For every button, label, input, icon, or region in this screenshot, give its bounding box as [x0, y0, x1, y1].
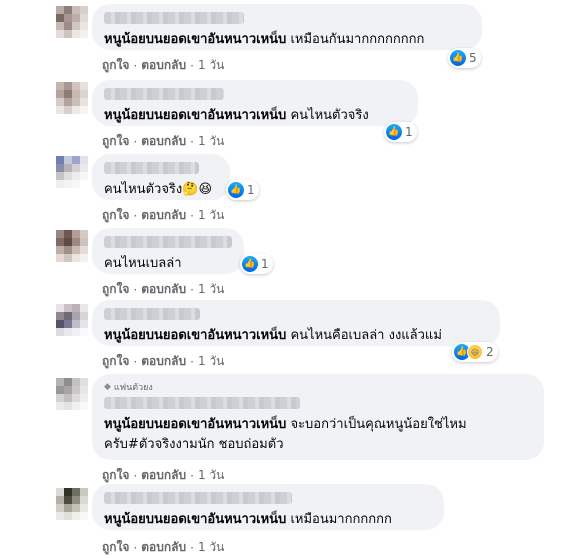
timestamp[interactable]: 1 วัน	[198, 352, 224, 371]
comment-actions: ถูกใจ · ตอบกลับ · 1 วัน	[102, 56, 224, 75]
timestamp[interactable]: 1 วัน	[198, 132, 224, 151]
separator: ·	[133, 134, 138, 149]
reaction-summary[interactable]: 👍 5	[448, 48, 481, 68]
comment-text: หนูน้อยบนยอดเขาอันหนาวเหน็บ คนไหนตัวจริง	[104, 108, 369, 123]
reaction-summary[interactable]: 👍 1	[240, 254, 273, 274]
separator: ·	[133, 58, 138, 73]
mention-tag[interactable]: หนูน้อยบนยอดเขาอันหนาวเหน็บ	[104, 328, 286, 343]
comment-bubble: คนไหนเบลล่า	[92, 228, 244, 274]
reaction-count: 1	[247, 183, 255, 197]
mention-tag[interactable]: หนูน้อยบนยอดเขาอันหนาวเหน็บ	[104, 108, 286, 123]
reply-button[interactable]: ตอบกลับ	[141, 280, 186, 299]
comment-actions: ถูกใจ · ตอบกลับ · 1 วัน	[102, 352, 224, 371]
reply-button[interactable]: ตอบกลับ	[141, 132, 186, 151]
comment-feed: หนูน้อยบนยอดเขาอันหนาวเหน็บ เหมือนกันมาก…	[0, 0, 580, 558]
separator: ·	[133, 354, 138, 369]
mention-tag[interactable]: หนูน้อยบนยอดเขาอันหนาวเหน็บ	[104, 32, 286, 47]
like-icon: 👍	[386, 124, 402, 140]
like-button[interactable]: ถูกใจ	[102, 132, 129, 151]
comment-bubble: หนูน้อยบนยอดเขาอันหนาวเหน็บ เหมือนมากกกก…	[92, 484, 444, 530]
like-button[interactable]: ถูกใจ	[102, 352, 129, 371]
like-button[interactable]: ถูกใจ	[102, 56, 129, 75]
mention-tag[interactable]: หนูน้อยบนยอดเขาอันหนาวเหน็บ	[104, 512, 286, 527]
avatar[interactable]	[56, 488, 88, 520]
timestamp[interactable]: 1 วัน	[198, 538, 224, 557]
separator: ·	[190, 58, 194, 73]
timestamp[interactable]: 1 วัน	[198, 466, 224, 485]
separator: ·	[190, 208, 194, 223]
reply-button[interactable]: ตอบกลับ	[141, 352, 186, 371]
like-button[interactable]: ถูกใจ	[102, 206, 129, 225]
comment-actions: ถูกใจ · ตอบกลับ · 1 วัน	[102, 538, 224, 557]
separator: ·	[133, 540, 138, 555]
comment-text: คนไหนเบลล่า	[104, 256, 182, 271]
comment-text: หนูน้อยบนยอดเขาอันหนาวเหน็บ เหมือนกันมาก…	[104, 32, 425, 47]
comment-bubble: ◆ แฟนตัวยง หนูน้อยบนยอดเขาอันหนาวเหน็บ จะ…	[92, 374, 544, 460]
reaction-count: 1	[405, 125, 413, 139]
top-fan-badge[interactable]: ◆ แฟนตัวยง	[104, 380, 532, 394]
avatar[interactable]	[56, 82, 88, 114]
reaction-summary[interactable]: 👍 1	[384, 122, 417, 142]
diamond-icon: ◆	[104, 382, 111, 392]
avatar[interactable]	[56, 304, 88, 336]
commenter-name-redacted[interactable]	[104, 236, 232, 248]
separator: ·	[133, 282, 138, 297]
like-button[interactable]: ถูกใจ	[102, 466, 129, 485]
separator: ·	[190, 282, 194, 297]
comment-bubble: คนไหนตัวจริง🤔😆	[92, 154, 230, 200]
avatar[interactable]	[56, 156, 88, 188]
reply-button[interactable]: ตอบกลับ	[141, 206, 186, 225]
commenter-name-redacted[interactable]	[104, 397, 300, 409]
comment-text-line2: ครับ#ตัวจริงงามนัก ชอบถ่อมตัว	[104, 437, 284, 452]
timestamp[interactable]: 1 วัน	[198, 56, 224, 75]
commenter-name-redacted[interactable]	[104, 162, 199, 174]
comment-bubble: หนูน้อยบนยอดเขาอันหนาวเหน็บ คนไหนตัวจริง	[92, 80, 418, 126]
comment-actions: ถูกใจ · ตอบกลับ · 1 วัน	[102, 280, 224, 299]
comment-actions: ถูกใจ · ตอบกลับ · 1 วัน	[102, 132, 224, 151]
separator: ·	[190, 354, 194, 369]
separator: ·	[133, 208, 138, 223]
reaction-count: 1	[261, 257, 269, 271]
timestamp[interactable]: 1 วัน	[198, 206, 224, 225]
reaction-count: 5	[469, 51, 477, 65]
commenter-name-redacted[interactable]	[104, 88, 224, 100]
comment-actions: ถูกใจ · ตอบกลับ · 1 วัน	[102, 466, 224, 485]
separator: ·	[190, 134, 194, 149]
comment-text: หนูน้อยบนยอดเขาอันหนาวเหน็บ คนไหนคือเบลล…	[104, 328, 442, 343]
commenter-name-redacted[interactable]	[104, 308, 200, 320]
avatar[interactable]	[56, 6, 88, 38]
comment-bubble: หนูน้อยบนยอดเขาอันหนาวเหน็บ คนไหนคือเบลล…	[92, 300, 500, 346]
haha-icon: 😆	[467, 344, 483, 360]
commenter-name-redacted[interactable]	[104, 12, 244, 24]
like-icon: 👍	[228, 182, 244, 198]
reaction-count: 2	[486, 345, 494, 359]
reaction-summary[interactable]: 👍 1	[226, 180, 259, 200]
like-icon: 👍	[450, 50, 466, 66]
like-button[interactable]: ถูกใจ	[102, 280, 129, 299]
like-icon: 👍	[242, 256, 258, 272]
commenter-name-redacted[interactable]	[104, 492, 292, 504]
reply-button[interactable]: ตอบกลับ	[141, 538, 186, 557]
comment-text: คนไหนตัวจริง🤔😆	[104, 182, 213, 197]
timestamp[interactable]: 1 วัน	[198, 280, 224, 299]
comment-text: หนูน้อยบนยอดเขาอันหนาวเหน็บ เหมือนมากกกก…	[104, 512, 392, 527]
comment-text: หนูน้อยบนยอดเขาอันหนาวเหน็บ จะบอกว่าเป็น…	[104, 417, 467, 432]
like-button[interactable]: ถูกใจ	[102, 538, 129, 557]
separator: ·	[190, 540, 194, 555]
separator: ·	[190, 468, 194, 483]
avatar[interactable]	[56, 230, 88, 262]
mention-tag[interactable]: หนูน้อยบนยอดเขาอันหนาวเหน็บ	[104, 417, 286, 432]
comment-bubble: หนูน้อยบนยอดเขาอันหนาวเหน็บ เหมือนกันมาก…	[92, 4, 482, 50]
reply-button[interactable]: ตอบกลับ	[141, 56, 186, 75]
separator: ·	[133, 468, 138, 483]
avatar[interactable]	[56, 378, 88, 410]
reply-button[interactable]: ตอบกลับ	[141, 466, 186, 485]
comment-actions: ถูกใจ · ตอบกลับ · 1 วัน	[102, 206, 224, 225]
reaction-summary[interactable]: 👍 😆 2	[452, 342, 498, 362]
